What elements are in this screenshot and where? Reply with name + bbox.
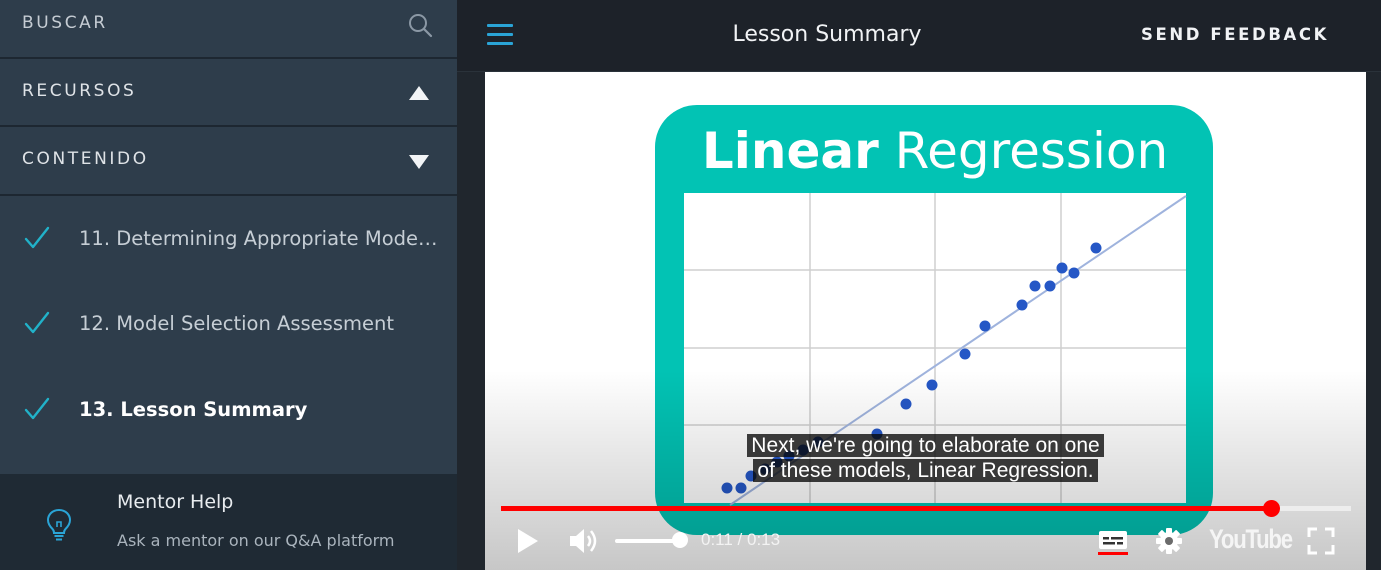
lesson-item-12[interactable]: 12. Model Selection Assessment <box>0 282 457 364</box>
mentor-help-title: Mentor Help <box>117 491 234 513</box>
top-bar: Lesson Summary SEND FEEDBACK <box>457 0 1381 72</box>
volume-icon[interactable] <box>568 526 600 556</box>
scatter-point <box>1029 280 1041 292</box>
checkmark-icon <box>24 397 50 420</box>
checkmark-icon <box>24 226 50 249</box>
scatter-point <box>1090 242 1102 254</box>
sidebar-resources-label: RECURSOS <box>22 81 137 101</box>
play-icon[interactable] <box>516 527 540 555</box>
scatter-point <box>1016 299 1028 311</box>
content-area: Linear Regression Next, we're going to e… <box>457 72 1381 570</box>
progress-bar[interactable] <box>501 500 1351 517</box>
scatter-point <box>979 320 991 332</box>
lesson-item-11[interactable]: 11. Determining Appropriate Models... <box>0 197 457 279</box>
checkmark-icon <box>24 311 50 334</box>
slide-title: Linear Regression <box>702 122 1168 180</box>
sidebar-contents[interactable]: CONTENIDO <box>0 127 457 196</box>
caret-down-icon <box>409 155 429 169</box>
sidebar-search-label: BUSCAR <box>22 13 108 33</box>
youtube-logo[interactable]: YouTube <box>1209 524 1293 555</box>
fullscreen-icon[interactable] <box>1307 527 1335 555</box>
lesson-label: 12. Model Selection Assessment <box>79 312 394 335</box>
caption-text: Next, we're going to elaborate on one <box>747 434 1104 457</box>
slide-title-bold: Linear <box>702 122 879 180</box>
sidebar-search[interactable]: BUSCAR <box>0 0 457 59</box>
scatter-point <box>1044 280 1056 292</box>
sidebar-contents-label: CONTENIDO <box>22 149 149 169</box>
settings-gear-icon[interactable] <box>1155 527 1183 555</box>
volume-slider-thumb[interactable] <box>672 532 688 548</box>
sidebar: BUSCAR RECURSOS CONTENIDO 11. Determinin… <box>0 0 457 570</box>
search-icon[interactable] <box>407 12 433 38</box>
lesson-label: 13. Lesson Summary <box>79 398 308 421</box>
slide-title-regular: Regression <box>895 122 1169 180</box>
progress-scrubber[interactable] <box>1263 500 1281 517</box>
subtitles-icon[interactable] <box>1098 529 1128 555</box>
caption-line-1: Next, we're going to elaborate on one <box>485 433 1366 458</box>
scatter-point <box>1068 267 1080 279</box>
page-title: Lesson Summary <box>732 22 922 47</box>
caption-text: of these models, Linear Regression. <box>753 459 1098 482</box>
caret-up-icon <box>409 86 429 100</box>
mentor-help-subtitle: Ask a mentor on our Q&A platform <box>117 531 395 550</box>
time-display: 0:11 / 0:13 <box>701 530 781 549</box>
mentor-help[interactable]: Mentor Help Ask a mentor on our Q&A plat… <box>0 474 457 570</box>
sidebar-resources[interactable]: RECURSOS <box>0 59 457 127</box>
lesson-item-13[interactable]: 13. Lesson Summary <box>0 368 457 450</box>
progress-fill <box>501 506 1272 511</box>
scatter-point <box>959 348 971 360</box>
lesson-label: 11. Determining Appropriate Models... <box>79 227 439 250</box>
lightbulb-icon <box>46 508 72 541</box>
send-feedback-button[interactable]: SEND FEEDBACK <box>1141 25 1329 44</box>
caption-line-2: of these models, Linear Regression. <box>485 458 1366 483</box>
video-player[interactable]: Linear Regression Next, we're going to e… <box>485 72 1366 570</box>
scatter-point <box>1056 262 1068 274</box>
